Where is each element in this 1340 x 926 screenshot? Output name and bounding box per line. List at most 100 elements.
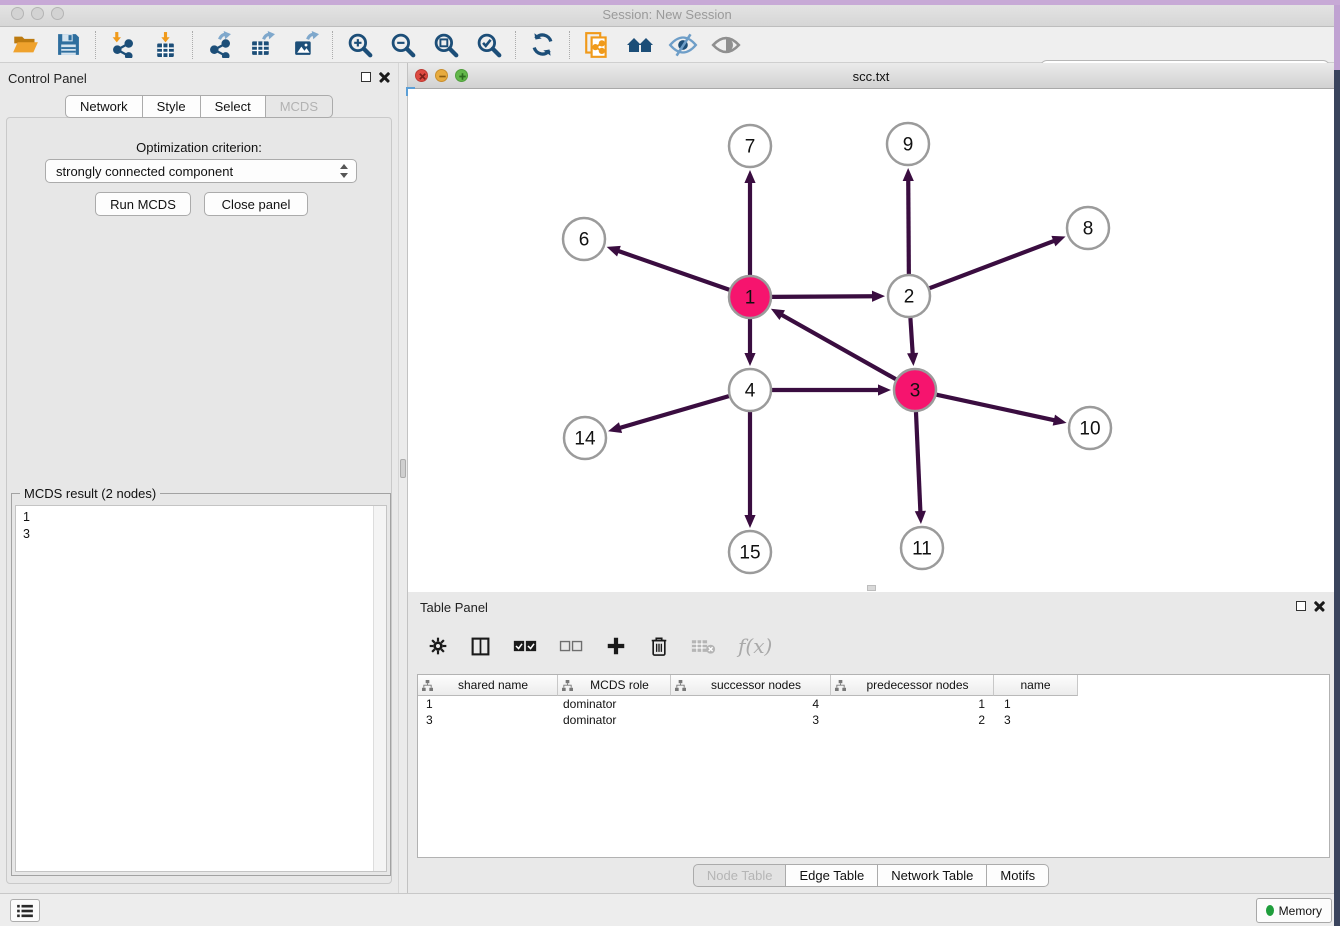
table-row[interactable]: 1dominator411 <box>418 696 1329 712</box>
edge-3-10[interactable] <box>936 395 1055 421</box>
import-network-icon[interactable] <box>101 28 144 62</box>
toolbar-separator <box>192 31 193 59</box>
tab-motifs[interactable]: Motifs <box>987 864 1049 887</box>
result-scrollbar[interactable] <box>373 506 386 871</box>
table-cell[interactable]: 3 <box>994 713 1078 727</box>
memory-button[interactable]: Memory <box>1256 898 1332 923</box>
toolbar-separator <box>95 31 96 59</box>
refresh-view-icon[interactable] <box>521 28 564 62</box>
tab-node-table[interactable]: Node Table <box>693 864 787 887</box>
tab-edge-table[interactable]: Edge Table <box>786 864 878 887</box>
edge-arrowhead <box>878 384 891 395</box>
edge-3-1[interactable] <box>780 314 895 379</box>
hide-panels-icon[interactable] <box>661 28 704 62</box>
tab-mcds[interactable]: MCDS <box>266 95 333 118</box>
zoom-selected-icon[interactable] <box>467 28 510 62</box>
save-session-icon[interactable] <box>47 28 90 62</box>
table-toolbar: f(x) <box>428 628 772 664</box>
delete-row-icon[interactable] <box>649 635 669 657</box>
delete-table-icon[interactable] <box>691 638 716 655</box>
column-header-name[interactable]: name <box>994 675 1078 696</box>
table-cell[interactable]: 3 <box>671 713 831 727</box>
table-cell[interactable]: 3 <box>418 713 558 727</box>
column-label: MCDS role <box>573 678 666 692</box>
mcds-result-area[interactable]: 13 <box>15 505 387 872</box>
tab-style[interactable]: Style <box>143 95 201 118</box>
network-titlebar[interactable]: scc.txt <box>408 63 1334 89</box>
table-row[interactable]: 3dominator323 <box>418 712 1329 728</box>
edge-arrowhead <box>1051 236 1065 246</box>
zoom-fit-icon[interactable] <box>424 28 467 62</box>
close-panel-button[interactable]: Close panel <box>204 192 308 216</box>
table-cell[interactable]: 4 <box>671 697 831 711</box>
table-panel-header: Table Panel <box>408 592 1334 620</box>
fx-label: f(x) <box>738 634 772 658</box>
float-table-panel-icon[interactable] <box>1296 601 1306 611</box>
tab-network[interactable]: Network <box>65 95 143 118</box>
node-label-14: 14 <box>574 429 596 450</box>
export-image-icon[interactable] <box>284 28 327 62</box>
column-header-MCDS-role[interactable]: MCDS role <box>558 675 671 696</box>
node-label-7: 7 <box>745 137 756 158</box>
tab-select[interactable]: Select <box>201 95 266 118</box>
table-cell[interactable]: 1 <box>994 697 1078 711</box>
edge-2-8[interactable] <box>930 240 1056 288</box>
edge-2-3[interactable] <box>910 318 912 355</box>
export-network-icon[interactable] <box>198 28 241 62</box>
edge-arrowhead <box>744 170 755 183</box>
select-all-checkboxes-icon[interactable] <box>513 639 537 653</box>
criterion-select[interactable]: strongly connected component <box>45 159 357 183</box>
close-table-panel-icon[interactable] <box>1314 600 1325 611</box>
toolbar-separator <box>569 31 570 59</box>
edge-1-2[interactable] <box>772 296 874 297</box>
run-mcds-button[interactable]: Run MCDS <box>95 192 191 216</box>
show-view-icon[interactable] <box>704 28 747 62</box>
open-file-icon[interactable] <box>4 28 47 62</box>
sort-tree-icon <box>835 680 846 691</box>
tab-network-table[interactable]: Network Table <box>878 864 987 887</box>
desktop-accent-strip <box>0 0 1340 5</box>
column-label: successor nodes <box>686 678 826 692</box>
criterion-value: strongly connected component <box>56 164 338 179</box>
node-label-1: 1 <box>745 288 756 309</box>
node-table-body: 1dominator4113dominator323 <box>418 696 1329 728</box>
deselect-all-checkboxes-icon[interactable] <box>559 639 583 653</box>
desktop-background-edge <box>1333 0 1340 70</box>
add-row-icon[interactable] <box>605 635 627 657</box>
table-cell[interactable]: 1 <box>831 697 994 711</box>
zoom-in-icon[interactable] <box>338 28 381 62</box>
clone-network-icon[interactable] <box>575 28 618 62</box>
export-table-icon[interactable] <box>241 28 284 62</box>
column-header-predecessor-nodes[interactable]: predecessor nodes <box>831 675 994 696</box>
panel-divider[interactable] <box>398 63 408 893</box>
table-cell[interactable]: 2 <box>831 713 994 727</box>
reset-view-icon[interactable] <box>618 28 661 62</box>
float-panel-icon[interactable] <box>361 72 371 82</box>
import-table-icon[interactable] <box>144 28 187 62</box>
columns-icon[interactable] <box>470 636 491 657</box>
table-cell[interactable]: dominator <box>558 697 671 711</box>
settings-gear-icon[interactable] <box>428 636 448 656</box>
close-panel-icon[interactable] <box>379 71 390 82</box>
function-builder-icon[interactable]: f(x) <box>738 634 772 658</box>
table-cell[interactable]: 1 <box>418 697 558 711</box>
zoom-out-icon[interactable] <box>381 28 424 62</box>
edge-2-9[interactable] <box>908 179 909 274</box>
node-table[interactable]: shared name MCDS role successor nodes prede… <box>417 674 1330 858</box>
control-panel: Control Panel NetworkStyleSelectMCDS Opt… <box>0 63 398 893</box>
column-header-successor-nodes[interactable]: successor nodes <box>671 675 831 696</box>
edge-3-11[interactable] <box>916 412 920 513</box>
sort-tree-icon <box>675 680 686 691</box>
node-label-11: 11 <box>912 539 932 560</box>
column-label: predecessor nodes <box>846 678 989 692</box>
divider-grip[interactable] <box>400 459 406 478</box>
table-cell[interactable]: dominator <box>558 713 671 727</box>
control-panel-title: Control Panel <box>8 71 87 86</box>
edge-1-6[interactable] <box>617 251 729 290</box>
column-header-shared-name[interactable]: shared name <box>418 675 558 696</box>
edge-4-14[interactable] <box>619 396 729 428</box>
network-canvas[interactable]: 7968124314101511 <box>408 89 1334 592</box>
task-list-button[interactable] <box>10 899 40 922</box>
table-panel-tabs: Node TableEdge TableNetwork TableMotifs <box>408 864 1334 887</box>
horizontal-split-grip[interactable] <box>867 585 876 591</box>
